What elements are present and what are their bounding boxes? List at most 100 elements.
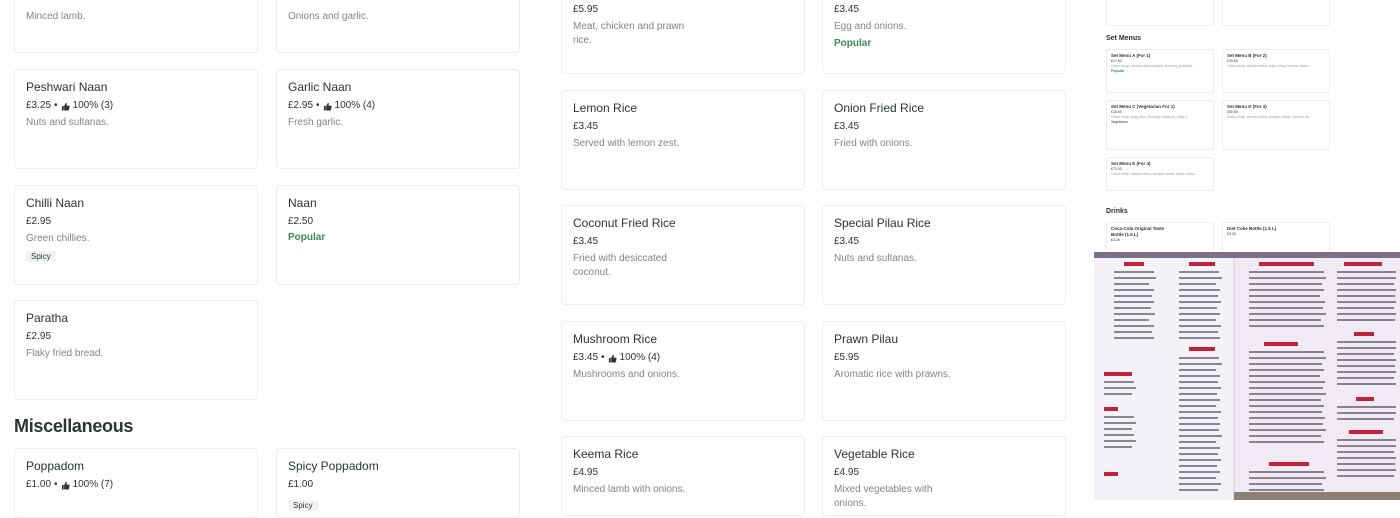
set-menu-desc: Onion bhaji, chicken tikka, chicken chaa… (1111, 172, 1197, 176)
set-menu-card[interactable]: Set Menu B (For 2) £33.50 Onion bhaji, c… (1222, 49, 1330, 93)
popular-label: Popular (1111, 68, 1125, 73)
menu-item-card[interactable]: £5.95 Meat, chicken and prawn rice. (561, 0, 805, 74)
set-menu-card[interactable]: Set Menu D (For 3) £50.50 Onion bhaji, c… (1222, 100, 1330, 150)
item-name: Coconut Fried Rice (573, 216, 676, 230)
separator-dot: • (316, 100, 320, 111)
item-price: £4.95 (834, 467, 860, 478)
item-price-rating: £1.00 • 100% (7) (26, 479, 246, 491)
preview-card[interactable] (1106, 0, 1214, 26)
item-name: Lemon Rice (573, 101, 638, 115)
item-price: £5.95 (834, 352, 860, 363)
item-name: Spicy Poppadom (288, 459, 379, 473)
menu-item-card[interactable]: Lemon Rice £3.45 Served with lemon zest. (561, 90, 805, 190)
item-name: Prawn Pilau (834, 332, 899, 346)
vegetarian-tag: Vegetarian (1111, 119, 1128, 124)
item-description: Fried with onions. (834, 138, 913, 149)
menu-preview-panel: Set Menus Set Menu A (For 1) £17.60 Onio… (1094, 0, 1400, 500)
item-price: £3.45 (834, 4, 860, 15)
set-menu-desc: Onion bhaji, chicken tikka, chicken chaa… (1227, 115, 1312, 119)
item-description: Nuts and sultanas. (26, 117, 109, 128)
item-price: £3.45 (834, 121, 860, 132)
item-price: £3.45 (573, 236, 599, 247)
menu-item-card[interactable]: Mushroom Rice £3.45 • 100% (4) Mushrooms… (561, 321, 805, 421)
item-name: Onion Fried Rice (834, 101, 925, 115)
thumbs-up-icon (608, 354, 617, 363)
item-price: £3.25 (26, 100, 52, 111)
set-menu-desc: Onion bhaji, chicken tikka masala, Bomba… (1111, 64, 1196, 68)
set-menu-card[interactable]: Set Menu C (Vegetarian For 1) £18.60 Oni… (1106, 100, 1214, 150)
menu-item-card[interactable]: Peshwari Naan £3.25 • 100% (3) Nuts and … (14, 69, 258, 169)
separator-dot: • (54, 479, 58, 490)
menu-item-card[interactable]: Coconut Fried Rice £3.45 Fried with desi… (561, 205, 805, 305)
item-name: Special Pilau Rice (834, 216, 931, 230)
menu-item-card[interactable]: Minced lamb. (14, 0, 258, 53)
item-price: £1.00 (26, 479, 52, 490)
item-price-rating: £3.25 • 100% (3) (26, 100, 246, 112)
item-description: Aromatic rice with prawns. (834, 369, 951, 380)
menu-item-card[interactable]: Chilli Naan £2.95 Green chillies. Spicy (14, 185, 258, 285)
item-price: £2.95 (26, 216, 52, 227)
separator-dot: • (601, 352, 605, 363)
item-name: Peshwari Naan (26, 80, 108, 94)
item-rating: 100% (3) (72, 100, 114, 111)
set-menus-heading: Set Menus (1106, 35, 1142, 42)
item-price: £5.95 (573, 4, 599, 15)
thumbs-up-icon (61, 102, 70, 111)
item-rating: 100% (4) (619, 352, 661, 363)
item-description: Nuts and sultanas. (834, 253, 917, 264)
set-menu-card[interactable]: Set Menu E (For 4) £72.00 Onion bhaji, c… (1106, 157, 1214, 191)
item-rating: 100% (4) (334, 100, 376, 111)
menu-item-card[interactable]: Special Pilau Rice £3.45 Nuts and sultan… (822, 205, 1066, 305)
drink-card[interactable]: Diet Coke Bottle (1.5 L) £3.25 (1222, 222, 1330, 252)
item-name: Paratha (26, 311, 69, 325)
menu-item-card[interactable]: Onions and garlic. (276, 0, 520, 53)
item-description: Green chillies. (26, 233, 90, 244)
drink-card[interactable]: Coca-Cola Original Taste Bottle (1.5 L) … (1106, 222, 1214, 252)
item-price: £3.45 (573, 121, 599, 132)
item-description: Mixed vegetables with onions. (834, 484, 933, 509)
menu-item-card[interactable]: Poppadom £1.00 • 100% (7) (14, 448, 258, 518)
popular-label: Popular (288, 232, 326, 243)
menu-item-card[interactable]: Spicy Poppadom £1.00 Spicy (276, 448, 520, 518)
item-price: £3.45 (834, 236, 860, 247)
drink-price: £3.25 (1227, 232, 1236, 236)
set-menu-desc: Onion bhaji, chicken tikka, onion bhaji,… (1227, 64, 1311, 68)
menu-item-card[interactable]: Onion Fried Rice £3.45 Fried with onions… (822, 90, 1066, 190)
menu-photo[interactable] (1094, 252, 1400, 500)
item-price-rating: £2.95 • 100% (4) (288, 100, 508, 112)
menu-item-card[interactable]: Paratha £2.95 Flaky fried bread. (14, 300, 258, 400)
item-name: Naan (288, 196, 317, 210)
menu-photo-drawing (1094, 252, 1400, 500)
section-heading-miscellaneous: Miscellaneous (14, 416, 134, 436)
menu-item-card[interactable]: Keema Rice £4.95 Minced lamb with onions… (561, 436, 805, 516)
item-description: Fried with desiccated coconut. (573, 253, 667, 278)
menu-item-card[interactable]: Vegetable Rice £4.95 Mixed vegetables wi… (822, 436, 1066, 516)
preview-card[interactable] (1222, 0, 1330, 26)
menu-item-card[interactable]: Naan £2.50 Popular (276, 185, 520, 285)
menu-item-card[interactable]: £3.45 Egg and onions. Popular (822, 0, 1066, 74)
item-description: Flaky fried bread. (26, 348, 104, 359)
item-description: Egg and onions. (834, 21, 907, 32)
item-description: Onions and garlic. (288, 11, 369, 22)
menu-item-card[interactable]: Prawn Pilau £5.95 Aromatic rice with pra… (822, 321, 1066, 421)
item-description: Minced lamb. (26, 11, 86, 22)
item-price: £2.95 (26, 331, 52, 342)
popular-label: Popular (834, 38, 872, 49)
menu-item-card[interactable]: Garlic Naan £2.95 • 100% (4) Fresh garli… (276, 69, 520, 169)
item-name: Mushroom Rice (573, 332, 658, 346)
set-menu-card[interactable]: Set Menu A (For 1) £17.60 Onion bhaji, c… (1106, 49, 1214, 93)
item-price: £3.45 (573, 352, 599, 363)
item-price: £4.95 (573, 467, 599, 478)
thumbs-up-icon (323, 102, 332, 111)
item-name: Garlic Naan (288, 80, 352, 94)
item-description: Mushrooms and onions. (573, 369, 680, 380)
item-price: £2.95 (288, 100, 314, 111)
spicy-tag: Spicy (288, 500, 318, 511)
item-price: £1.00 (288, 479, 314, 490)
item-description: Fresh garlic. (288, 117, 344, 128)
drinks-heading: Drinks (1106, 208, 1128, 215)
item-name: Vegetable Rice (834, 447, 915, 461)
item-rating: 100% (7) (72, 479, 114, 490)
thumbs-up-icon (61, 481, 70, 490)
item-price-rating: £3.45 • 100% (4) (573, 352, 793, 364)
